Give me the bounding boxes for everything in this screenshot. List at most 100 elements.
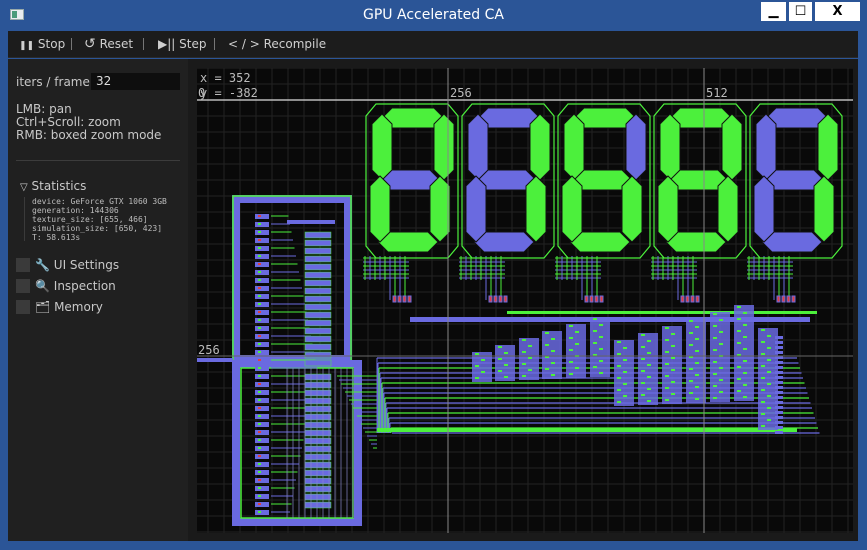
logic-cell — [695, 386, 699, 388]
logic-cell — [713, 349, 717, 351]
logic-cell — [593, 342, 597, 344]
logic-cell — [304, 303, 332, 311]
driver-cell — [392, 295, 397, 303]
logic-cell — [689, 320, 693, 322]
segment-b — [625, 113, 647, 181]
logic-cell — [647, 388, 651, 390]
logic-cell — [255, 494, 269, 499]
reset-button[interactable]: ↺ Reset — [84, 37, 133, 51]
logic-cell — [767, 383, 771, 385]
logic-cell — [255, 478, 269, 483]
output-pin — [775, 336, 783, 339]
logic-cell — [504, 352, 508, 354]
logic-cell — [255, 310, 269, 315]
ui-settings-checkbox[interactable] — [16, 258, 30, 272]
logic-cell — [641, 346, 645, 348]
grid — [197, 68, 853, 533]
logic-cell — [255, 430, 269, 435]
segment-b — [529, 113, 551, 181]
logic-cell — [689, 392, 693, 394]
inspection-toggle[interactable]: 🔍 Inspection — [35, 279, 116, 293]
logic-cell — [304, 295, 332, 303]
collapse-triangle-icon: ▽ — [20, 182, 28, 193]
logic-cell — [665, 399, 669, 401]
logic-cell — [767, 347, 771, 349]
logic-cell — [743, 336, 747, 338]
logic-cell — [551, 374, 555, 376]
pause-icon: ❚❚ — [19, 41, 35, 51]
logic-cell — [255, 366, 269, 371]
logic-cell — [304, 429, 332, 437]
memory-toggle[interactable]: 🗂 Memory — [35, 300, 103, 314]
logic-cell — [258, 471, 261, 473]
logic-cell — [522, 363, 526, 365]
step-icon: ▶|| — [158, 37, 176, 51]
segment-e — [753, 175, 775, 243]
memory-checkbox[interactable] — [16, 300, 30, 314]
logic-cell — [255, 230, 269, 235]
logic-cell — [623, 383, 627, 385]
help-boxed-zoom: RMB: boxed zoom mode — [16, 128, 162, 142]
logic-cell — [255, 342, 269, 347]
logic-cell — [737, 342, 741, 344]
inspection-checkbox[interactable] — [16, 279, 30, 293]
logic-cell — [258, 495, 261, 497]
logic-block — [495, 345, 515, 381]
driver-cell — [407, 295, 412, 303]
logic-cell — [545, 344, 549, 346]
segment-f — [563, 113, 585, 181]
simulation-canvas[interactable]: 256 512 256 0 x = 352 y = -382 — [197, 68, 853, 533]
logic-cell — [641, 370, 645, 372]
statistics-header[interactable]: ▽ Statistics — [20, 179, 86, 193]
logic-cell — [304, 287, 332, 295]
logic-cell — [258, 343, 261, 345]
logic-cell — [665, 351, 669, 353]
driver-cell — [402, 295, 407, 303]
minimize-button[interactable]: ▁ — [761, 2, 786, 21]
separator — [214, 38, 215, 50]
logic-cell — [569, 373, 573, 375]
recompile-label: Recompile — [263, 37, 327, 51]
logic-cell — [255, 438, 269, 443]
logic-cell — [498, 358, 502, 360]
segment-f — [467, 113, 489, 181]
stop-button[interactable]: ❚❚ Stop — [19, 37, 65, 51]
cursor-x: x = 352 — [200, 71, 251, 85]
logic-cell — [713, 337, 717, 339]
maximize-button[interactable]: ☐ — [789, 2, 812, 21]
iters-per-frame-input[interactable]: 32 — [91, 73, 180, 90]
digit — [749, 103, 843, 259]
logic-cell — [258, 239, 261, 241]
output-pin — [775, 341, 783, 344]
logic-cell — [569, 325, 573, 327]
logic-cell — [258, 327, 261, 329]
memory-icon: 🗂 — [35, 300, 51, 314]
logic-cell — [647, 376, 651, 378]
logic-cell — [255, 462, 269, 467]
logic-cell — [304, 271, 332, 279]
logic-cell — [551, 350, 555, 352]
ui-settings-toggle[interactable]: 🔧 UI Settings — [35, 258, 119, 272]
logic-cell — [304, 461, 332, 469]
logic-cell — [304, 501, 332, 509]
logic-cell — [545, 332, 549, 334]
logic-cell — [304, 397, 332, 405]
close-button[interactable]: X — [815, 2, 860, 21]
step-button[interactable]: ▶|| Step — [158, 37, 206, 51]
memory-label: Memory — [54, 300, 103, 314]
segment-b — [721, 113, 743, 181]
logic-cell — [304, 469, 332, 477]
driver-cell — [397, 295, 402, 303]
logic-cell — [258, 367, 261, 369]
logic-cell — [255, 302, 269, 307]
recompile-button[interactable]: < / > Recompile — [228, 37, 326, 51]
logic-cell — [719, 379, 723, 381]
logic-cell — [695, 398, 699, 400]
logic-cell — [623, 371, 627, 373]
logic-cell — [255, 390, 269, 395]
stat-device: device: GeForce GTX 1060 3GB — [32, 197, 167, 206]
output-pin — [775, 346, 783, 349]
logic-cell — [641, 394, 645, 396]
iters-label: iters / frame: — [16, 75, 94, 89]
logic-cell — [304, 485, 332, 493]
